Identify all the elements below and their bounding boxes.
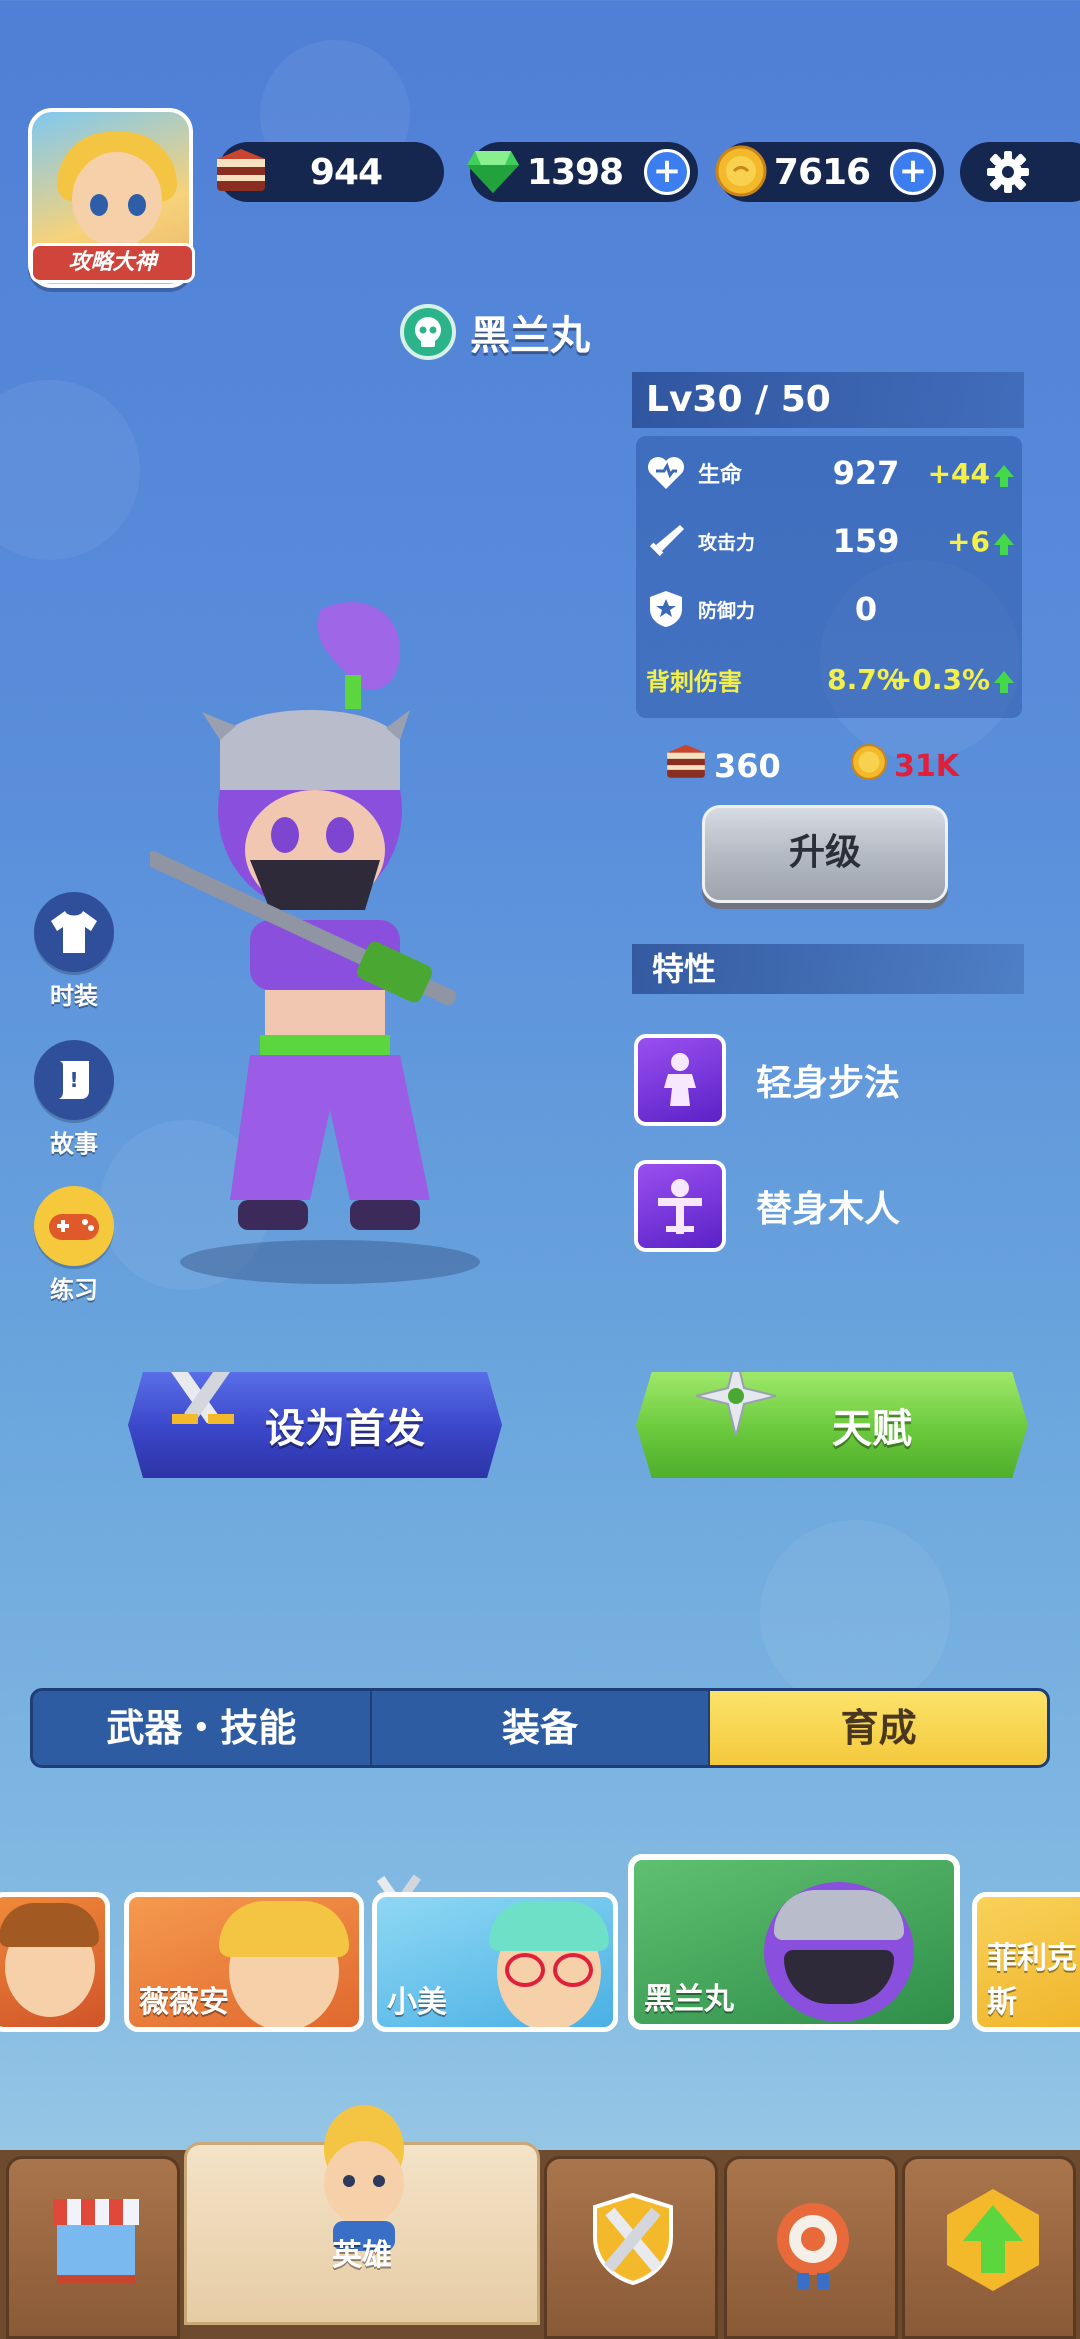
target-robot-icon xyxy=(763,2193,863,2297)
stat-value: 0 xyxy=(854,590,878,628)
hero-character-model xyxy=(145,590,510,1290)
add-gems-button[interactable]: + xyxy=(644,149,690,195)
background-pattern xyxy=(0,380,140,560)
stat-bonus: +44 xyxy=(928,457,1014,490)
cake-icon xyxy=(664,741,708,791)
hero-name: 黑兰丸 xyxy=(470,313,590,359)
green-up-arrow-icon xyxy=(943,2185,1043,2299)
coin-icon xyxy=(850,743,888,789)
tab-weapon-skill[interactable]: 武器・技能 xyxy=(33,1691,372,1765)
cake-cost-value: 360 xyxy=(714,747,781,785)
stat-row-backstab: 背刺伤害 8.7% +0.3% xyxy=(636,646,1022,712)
trait-item[interactable]: 替身木人 xyxy=(634,1160,900,1252)
nav-heroes-button[interactable]: 英雄 xyxy=(184,2105,540,2325)
upgrade-button[interactable]: 升级 xyxy=(702,805,948,903)
hero-card[interactable]: 薇薇安 xyxy=(124,1892,364,2032)
gem-currency-pill: 1398 + xyxy=(467,142,698,202)
crossed-swords-icon xyxy=(158,1372,248,1462)
hero-level: Lv30 / 50 xyxy=(632,372,1024,428)
hero-card[interactable] xyxy=(0,1892,110,2032)
up-arrow-icon xyxy=(994,465,1014,487)
set-starter-label: 设为首发 xyxy=(265,1406,425,1452)
hero-card[interactable]: 菲利克斯 xyxy=(972,1892,1080,2032)
trait-light-step-icon xyxy=(634,1034,726,1126)
trait-name: 轻身步法 xyxy=(756,1063,901,1104)
hero-detail-tabs: 武器・技能 装备 育成 xyxy=(30,1688,1050,1768)
background-pattern xyxy=(760,1520,950,1710)
costume-button[interactable]: 时装 xyxy=(34,892,114,1011)
side-button-label: 练习 xyxy=(50,1276,98,1304)
talent-button[interactable]: 天赋 xyxy=(636,1372,1028,1478)
sword-icon xyxy=(646,521,686,561)
settings-button[interactable] xyxy=(960,142,1080,202)
scroll-icon: ! xyxy=(34,1040,114,1120)
hero-card-name: 小美 xyxy=(387,1985,447,2020)
shield-icon xyxy=(646,589,686,629)
nav-active-label: 英雄 xyxy=(332,2238,392,2273)
stat-row-hp: 生命 927 +44 xyxy=(636,440,1022,506)
practice-button[interactable]: 练习 xyxy=(34,1186,114,1305)
hero-card-name: 薇薇安 xyxy=(139,1985,229,2020)
stat-label: 背刺伤害 xyxy=(646,667,742,696)
nav-equipment-button[interactable] xyxy=(544,2156,718,2339)
story-button[interactable]: ! 故事 xyxy=(34,1040,114,1159)
side-button-label: 故事 xyxy=(50,1130,98,1158)
coin-currency-pill: 7616 + xyxy=(715,142,944,202)
gem-icon xyxy=(458,136,528,206)
coin-icon xyxy=(706,136,776,206)
upgrade-coin-cost: 31K xyxy=(850,738,959,794)
stat-bonus: +0.3% xyxy=(889,663,1014,696)
up-arrow-icon xyxy=(994,671,1014,693)
skull-icon xyxy=(400,304,456,360)
talent-label: 天赋 xyxy=(832,1406,912,1452)
stat-label: 防御力 xyxy=(698,599,756,622)
cake-icon xyxy=(206,136,276,206)
hero-card-selected[interactable]: 黑兰丸 xyxy=(628,1854,960,2030)
nav-shop-button[interactable] xyxy=(6,2156,180,2339)
nav-upgrade-button[interactable] xyxy=(902,2156,1076,2339)
trait-decoy-dummy-icon xyxy=(634,1160,726,1252)
hero-card-name: 菲利克斯 xyxy=(987,1941,1077,2020)
trait-name: 替身木人 xyxy=(756,1189,901,1230)
stat-label: 攻击力 xyxy=(698,531,756,554)
svg-text:!: ! xyxy=(69,1068,78,1092)
side-button-label: 时装 xyxy=(50,982,98,1010)
tab-equipment[interactable]: 装备 xyxy=(372,1691,711,1765)
stat-row-attack: 攻击力 159 +6 xyxy=(636,508,1022,574)
stat-row-defense: 防御力 0 xyxy=(636,576,1022,642)
gamepad-icon xyxy=(34,1186,114,1266)
stat-label: 生命 xyxy=(698,463,743,488)
shuriken-icon xyxy=(695,1372,777,1446)
stat-value: 927 xyxy=(832,454,900,492)
heart-icon xyxy=(646,453,686,493)
nav-pets-button[interactable] xyxy=(724,2156,898,2339)
hero-card-name: 黑兰丸 xyxy=(644,1982,734,2017)
stats-panel: 生命 927 +44 攻击力 159 +6 防御力 0 背刺伤害 8.7% +0… xyxy=(636,436,1022,718)
avatar-title-tag: 攻略大神 xyxy=(30,243,195,283)
add-coins-button[interactable]: + xyxy=(890,149,936,195)
up-arrow-icon xyxy=(994,533,1014,555)
upgrade-cake-cost: 360 xyxy=(664,738,781,794)
shield-swords-icon xyxy=(583,2189,683,2293)
shirt-icon xyxy=(34,892,114,972)
coin-cost-value: 31K xyxy=(894,748,959,784)
hero-card[interactable]: 小美 xyxy=(372,1892,618,2032)
gear-icon xyxy=(986,150,1030,198)
stat-bonus: +6 xyxy=(947,525,1014,558)
set-starter-button[interactable]: 设为首发 xyxy=(128,1372,502,1478)
cake-currency-pill: 944 xyxy=(217,142,444,202)
tab-growth[interactable]: 育成 xyxy=(710,1691,1047,1765)
trait-item[interactable]: 轻身步法 xyxy=(634,1034,900,1126)
shop-icon xyxy=(49,2189,143,2293)
traits-title: 特性 xyxy=(632,944,1024,994)
stat-value: 159 xyxy=(832,522,900,560)
hero-name-row: 黑兰丸 xyxy=(400,302,590,362)
